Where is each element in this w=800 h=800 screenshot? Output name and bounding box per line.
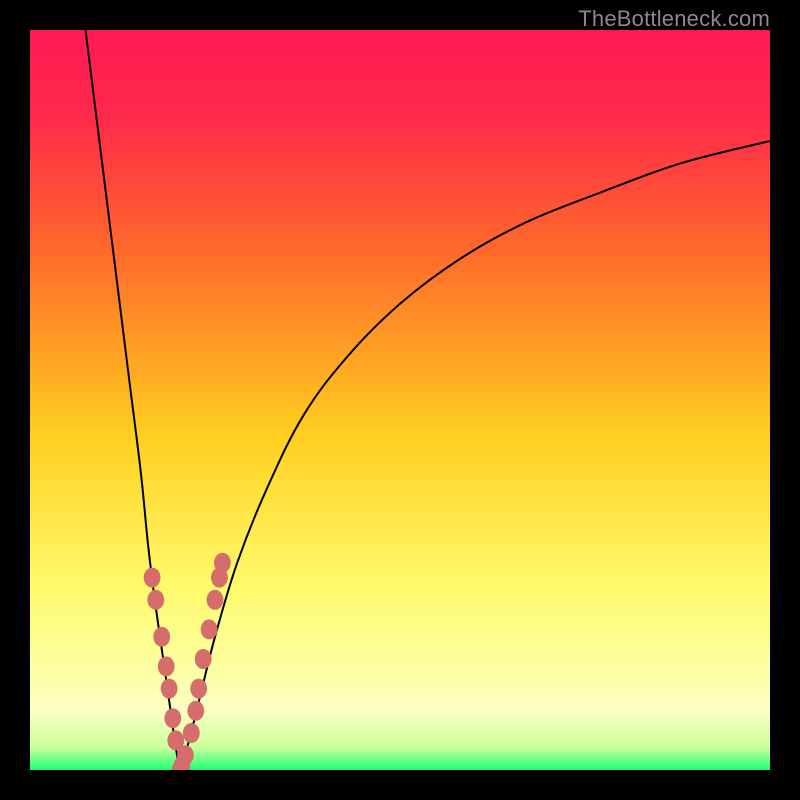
data-bead [164, 708, 181, 728]
data-bead [147, 590, 164, 610]
data-bead [201, 619, 218, 639]
data-bead [183, 723, 200, 743]
data-bead [158, 656, 175, 676]
plot-area [30, 30, 770, 770]
watermark-text: TheBottleneck.com [578, 6, 770, 32]
data-bead [214, 553, 231, 573]
curve-right-branch [180, 141, 770, 770]
curve-layer [30, 30, 770, 770]
data-bead [177, 745, 194, 765]
chart-frame: TheBottleneck.com [0, 0, 800, 800]
data-bead [187, 701, 204, 721]
data-bead [144, 568, 161, 588]
data-bead [195, 649, 212, 669]
data-bead [190, 679, 207, 699]
data-bead [161, 679, 178, 699]
data-bead [153, 627, 170, 647]
data-bead [207, 590, 224, 610]
